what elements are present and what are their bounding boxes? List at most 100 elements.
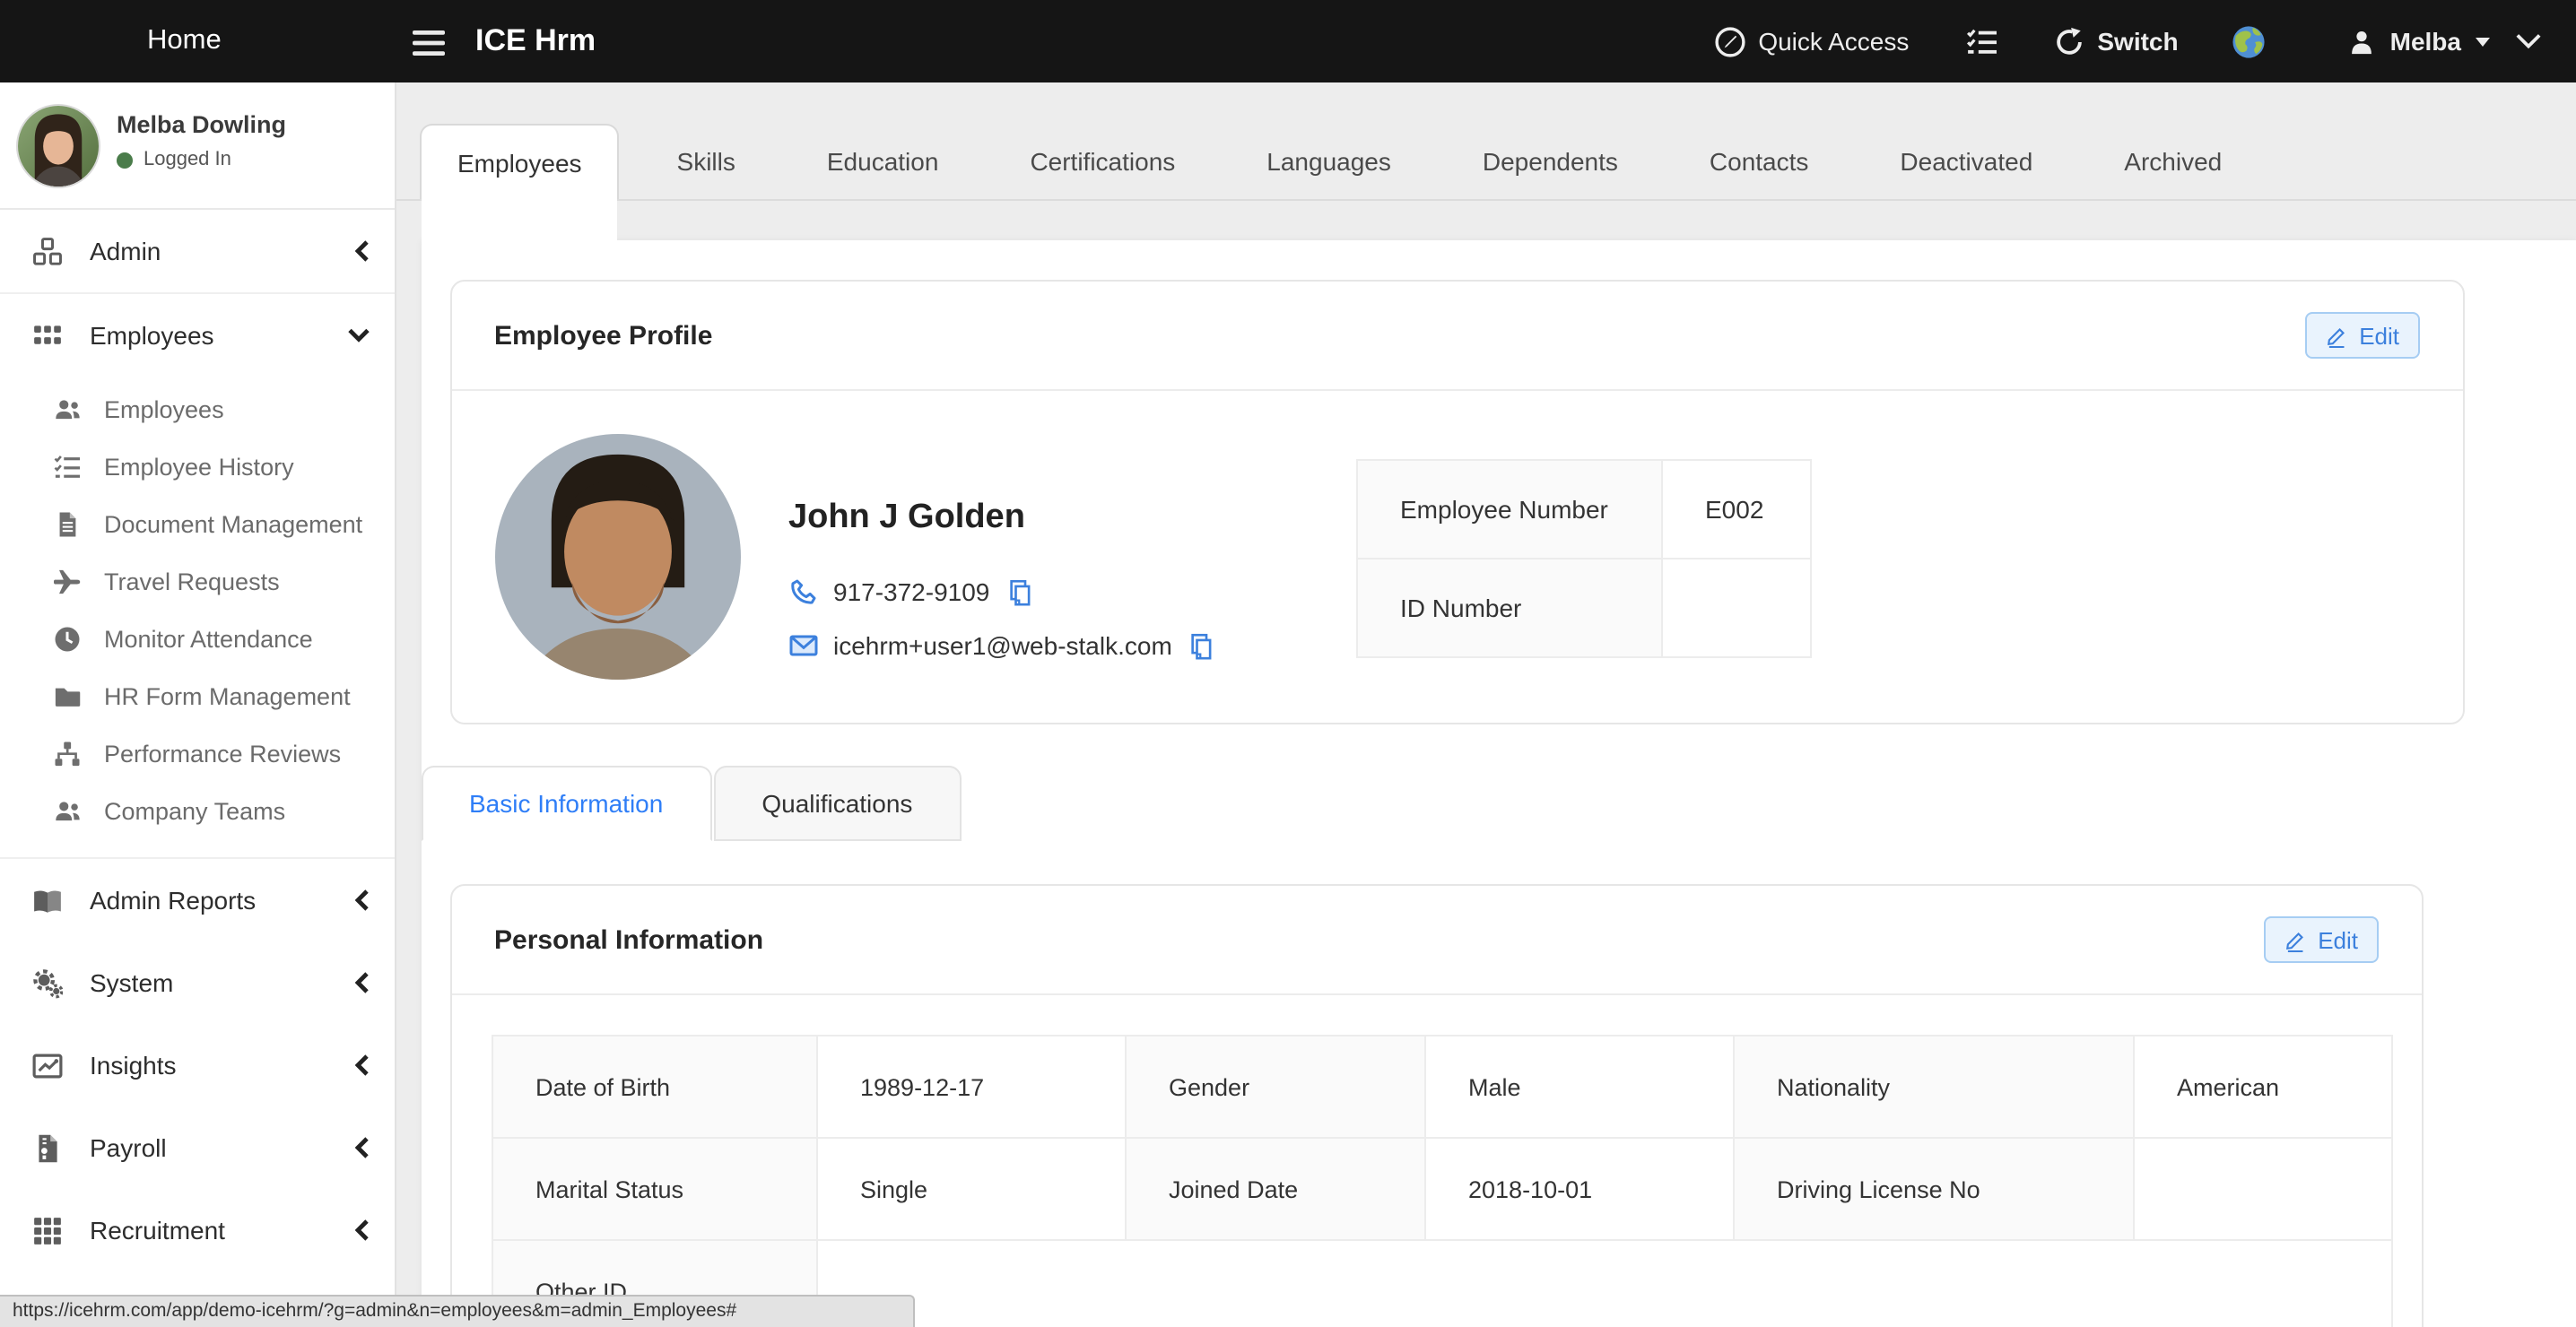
sidebar-subitem-travel-requests[interactable]: Travel Requests [0, 552, 395, 610]
gears-icon [32, 967, 63, 998]
app-root: Home ICE Hrm Quick Access Switch Melba [0, 0, 2576, 1327]
tab-education[interactable]: Education [791, 124, 975, 199]
tab-employees[interactable]: Employees [420, 124, 620, 199]
table-row: Date of Birth 1989-12-17 Gender Male Nat… [492, 1036, 2391, 1138]
pen-icon [2325, 324, 2348, 347]
field-label: Date of Birth [492, 1036, 816, 1138]
table-row: ID Number [1356, 559, 1810, 657]
detail-tabbar: Basic Information Qualifications [421, 766, 2576, 841]
switch-button[interactable]: Switch [2054, 26, 2178, 56]
personal-information-table: Date of Birth 1989-12-17 Gender Male Nat… [491, 1035, 2392, 1327]
quick-access-icon [1715, 26, 1745, 56]
quick-access-button[interactable]: Quick Access [1715, 26, 1909, 56]
sidebar-user-name: Melba Dowling [117, 111, 286, 138]
sidebar-subitem-monitor-attendance[interactable]: Monitor Attendance [0, 610, 395, 667]
folder-icon [54, 682, 81, 709]
collapse-topbar-chevron[interactable] [2515, 32, 2542, 50]
field-value [816, 1240, 2391, 1327]
tab-skills[interactable]: Skills [641, 124, 771, 199]
field-label: Joined Date [1125, 1138, 1424, 1240]
sidebar-item-admin[interactable]: Admin [0, 210, 395, 294]
pen-icon [2284, 928, 2307, 951]
hamburger-menu-icon[interactable] [413, 27, 445, 59]
employee-email[interactable]: icehrm+user1@web-stalk.com [833, 631, 1172, 660]
tab-archived[interactable]: Archived [2088, 124, 2258, 199]
sidebar-item-insights[interactable]: Insights [0, 1024, 395, 1106]
main-content: Employees Skills Education Certification… [395, 82, 2576, 1327]
sidebar-employees-submenu: Employees Employee History Document Mana… [0, 377, 395, 859]
field-value: 1989-12-17 [816, 1036, 1125, 1138]
copy-email-icon[interactable] [1188, 632, 1215, 659]
chevron-left-icon [355, 972, 370, 993]
sidebar-subitem-hr-form-management[interactable]: HR Form Management [0, 667, 395, 724]
tab-languages[interactable]: Languages [1231, 124, 1427, 199]
caret-down-icon [2476, 37, 2490, 46]
sidebar-item-employees[interactable]: Employees [0, 294, 395, 377]
employee-contact-block: John J Golden 917-372-9109 icehrm+user1@… [788, 434, 1269, 680]
home-link[interactable]: Home [147, 0, 222, 82]
tab-content-panel: Employee Profile Edit [421, 240, 2576, 1327]
tab-basic-information[interactable]: Basic Information [421, 766, 711, 841]
sidebar-subitem-employee-history[interactable]: Employee History [0, 438, 395, 495]
field-value: American [2133, 1036, 2391, 1138]
employee-email-row: icehrm+user1@web-stalk.com [788, 631, 1269, 660]
tab-certifications[interactable]: Certifications [994, 124, 1211, 199]
chevron-left-icon [355, 1137, 370, 1158]
phone-icon [788, 577, 817, 606]
sidebar-user-status: Logged In [117, 149, 231, 170]
user-menu-label: Melba [2390, 27, 2461, 56]
chevron-left-icon [355, 240, 370, 262]
chevron-left-icon [355, 1054, 370, 1076]
chart-icon [32, 1050, 63, 1080]
logged-in-label: Logged In [144, 149, 231, 170]
copy-phone-icon[interactable] [1005, 578, 1032, 605]
sidebar-subitem-company-teams[interactable]: Company Teams [0, 782, 395, 839]
diagram-icon [54, 740, 81, 767]
sidebar-item-system[interactable]: System [0, 941, 395, 1024]
sidebar-subitem-document-management[interactable]: Document Management [0, 495, 395, 552]
top-navbar: Home ICE Hrm Quick Access Switch Melba [0, 0, 2576, 82]
sidebar-subitem-performance-reviews[interactable]: Performance Reviews [0, 724, 395, 782]
browser-status-bar: https://icehrm.com/app/demo-icehrm/?g=ad… [0, 1295, 915, 1327]
sidebar-item-admin-reports[interactable]: Admin Reports [0, 859, 395, 941]
user-icon [2349, 28, 2376, 55]
personal-information-header: Personal Information Edit [451, 886, 2421, 995]
sidebar-user-panel: Melba Dowling Logged In [0, 82, 395, 210]
employee-profile-title: Employee Profile [494, 320, 712, 351]
logged-in-dot [117, 152, 133, 168]
grid9-icon [32, 1215, 63, 1245]
sidebar-item-payroll[interactable]: Payroll [0, 1106, 395, 1189]
chevron-left-icon [355, 889, 370, 911]
field-value [2133, 1138, 2391, 1240]
employee-phone[interactable]: 917-372-9109 [833, 577, 989, 606]
field-value: 2018-10-01 [1424, 1138, 1733, 1240]
sidebar-subitem-employees[interactable]: Employees [0, 380, 395, 438]
chevron-down-icon [2515, 32, 2542, 50]
user-menu[interactable]: Melba [2349, 27, 2490, 56]
clock-icon [54, 625, 81, 652]
table-row: Employee Number E002 [1356, 460, 1810, 559]
john-photo-image [494, 434, 740, 680]
tab-deactivated[interactable]: Deactivated [1864, 124, 2068, 199]
employee-profile-card: Employee Profile Edit [449, 280, 2464, 724]
field-label: Nationality [1733, 1036, 2133, 1138]
globe-icon [2232, 24, 2267, 58]
personal-information-title: Personal Information [494, 924, 763, 955]
users-icon [54, 395, 81, 422]
avatar[interactable] [16, 104, 100, 188]
field-label: Gender [1125, 1036, 1424, 1138]
language-globe-button[interactable] [2232, 24, 2267, 58]
personal-info-edit-button[interactable]: Edit [2264, 916, 2378, 963]
sidebar-item-recruitment[interactable]: Recruitment [0, 1189, 395, 1271]
field-label: Employee Number [1356, 460, 1661, 559]
grid-icon [32, 320, 63, 351]
quick-access-label: Quick Access [1758, 27, 1909, 56]
employee-profile-body: John J Golden 917-372-9109 icehrm+user1@… [451, 391, 2462, 723]
tab-dependents[interactable]: Dependents [1447, 124, 1654, 199]
switch-icon [2054, 26, 2084, 56]
profile-edit-button[interactable]: Edit [2305, 312, 2419, 359]
field-value: Single [816, 1138, 1125, 1240]
tab-contacts[interactable]: Contacts [1674, 124, 1845, 199]
tasks-button[interactable] [1966, 26, 1997, 56]
tab-qualifications[interactable]: Qualifications [713, 766, 961, 841]
